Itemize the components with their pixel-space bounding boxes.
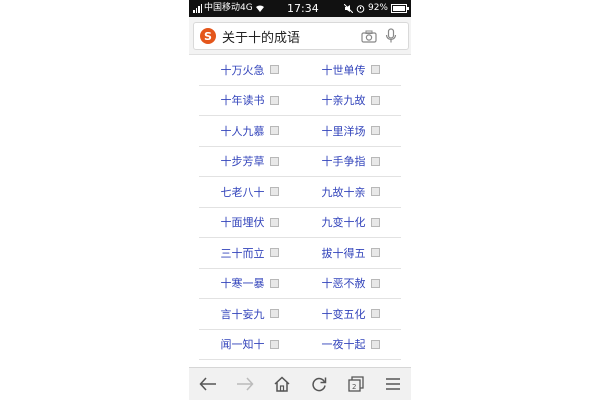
idiom-cell: 七老八十 <box>199 184 300 200</box>
idiom-cell: 十面埋伏 <box>199 214 300 230</box>
mute-icon <box>343 4 353 13</box>
svg-text:2: 2 <box>352 383 356 391</box>
home-icon[interactable] <box>269 371 295 397</box>
idiom-link[interactable]: 九变十化 <box>322 214 366 230</box>
back-arrow-icon[interactable] <box>195 371 221 397</box>
idiom-cell: 闻一知十 <box>199 336 300 352</box>
idiom-row: 七老八十 九故十亲 <box>199 177 401 208</box>
phone-screen: 中国移动4G 17:34 92% S 关于十的成语 十万火急 十世单传十年读书 十亲… <box>189 0 411 400</box>
checkbox-icon[interactable] <box>269 187 279 197</box>
search-bar: S 关于十的成语 <box>189 17 411 55</box>
idiom-link[interactable]: 十恶不赦 <box>322 275 366 291</box>
idiom-list: 十万火急 十世单传十年读书 十亲九故十人九慕 十里洋场十步芳草 十手争指七老八十 九故十亲… <box>199 55 401 368</box>
checkbox-icon[interactable] <box>370 156 380 166</box>
idiom-link[interactable]: 拔十得五 <box>322 245 366 261</box>
idiom-link[interactable]: 十步芳草 <box>221 153 265 169</box>
checkbox-icon[interactable] <box>370 217 380 227</box>
idiom-cell: 三十而立 <box>199 245 300 261</box>
idiom-cell: 拔十得五 <box>300 245 401 261</box>
idiom-row: 十年读书 十亲九故 <box>199 86 401 116</box>
idiom-link[interactable]: 十人九慕 <box>221 123 265 139</box>
idiom-cell: 十万火急 <box>199 62 300 78</box>
checkbox-icon[interactable] <box>370 309 380 319</box>
menu-icon[interactable] <box>380 371 406 397</box>
search-box[interactable]: S 关于十的成语 <box>193 22 409 50</box>
idiom-link[interactable]: 十万火急 <box>221 62 265 78</box>
idiom-link[interactable]: 十变五化 <box>322 306 366 322</box>
idiom-link[interactable]: 十年读书 <box>221 92 265 108</box>
idiom-cell: 十变五化 <box>300 306 401 322</box>
idiom-row: 闻一知十 一夜十起 <box>199 330 401 360</box>
checkbox-icon[interactable] <box>269 278 279 288</box>
idiom-link[interactable]: 十世单传 <box>322 62 366 78</box>
idiom-cell: 十手争指 <box>300 153 401 169</box>
idiom-link[interactable]: 十亲九故 <box>322 92 366 108</box>
checkbox-icon[interactable] <box>269 156 279 166</box>
idiom-row: 十步芳草 十手争指 <box>199 147 401 177</box>
idiom-link[interactable]: 十面埋伏 <box>221 214 265 230</box>
checkbox-icon[interactable] <box>370 95 380 105</box>
idiom-row: 三十而立 拔十得五 <box>199 238 401 269</box>
idiom-row: 十寒一暴 十恶不赦 <box>199 269 401 299</box>
idiom-link[interactable]: 闻一知十 <box>221 336 265 352</box>
checkbox-icon[interactable] <box>269 248 279 258</box>
idiom-link[interactable]: 三十而立 <box>221 245 265 261</box>
checkbox-icon[interactable] <box>269 95 279 105</box>
signal-icon <box>193 4 202 13</box>
idiom-row: 言十妄九 十变五化 <box>199 299 401 330</box>
microphone-icon[interactable] <box>380 25 402 47</box>
status-bar: 中国移动4G 17:34 92% <box>189 0 411 17</box>
tabs-icon[interactable]: 2 <box>343 371 369 397</box>
refresh-icon[interactable] <box>306 371 332 397</box>
bottom-toolbar: 2 <box>189 367 411 400</box>
idiom-link[interactable]: 十里洋场 <box>322 123 366 139</box>
idiom-row: 十万火急 十世单传 <box>199 55 401 86</box>
wifi-icon <box>255 5 264 12</box>
checkbox-icon[interactable] <box>370 187 380 197</box>
idiom-cell: 十里洋场 <box>300 123 401 139</box>
idiom-cell: 十年读书 <box>199 92 300 108</box>
idiom-cell: 十亲九故 <box>300 92 401 108</box>
status-time: 17:34 <box>287 2 319 15</box>
checkbox-icon[interactable] <box>269 126 279 136</box>
checkbox-icon[interactable] <box>269 339 279 349</box>
idiom-cell: 十人九慕 <box>199 123 300 139</box>
idiom-cell: 十步芳草 <box>199 153 300 169</box>
idiom-row: 十面埋伏 九变十化 <box>199 208 401 238</box>
checkbox-icon[interactable] <box>269 309 279 319</box>
status-left: 中国移动4G <box>193 0 265 17</box>
idiom-link[interactable]: 一夜十起 <box>322 336 366 352</box>
forward-arrow-icon[interactable] <box>232 371 258 397</box>
idiom-cell: 十寒一暴 <box>199 275 300 291</box>
idiom-cell: 一夜十起 <box>300 336 401 352</box>
search-query[interactable]: 关于十的成语 <box>222 27 358 46</box>
idiom-cell: 十世单传 <box>300 62 401 78</box>
camera-icon[interactable] <box>358 25 380 47</box>
idiom-cell: 九故十亲 <box>300 184 401 200</box>
idiom-cell: 十恶不赦 <box>300 275 401 291</box>
checkbox-icon[interactable] <box>269 65 279 75</box>
idiom-link[interactable]: 十寒一暴 <box>221 275 265 291</box>
idiom-link[interactable]: 言十妄九 <box>221 306 265 322</box>
idiom-link[interactable]: 十手争指 <box>322 153 366 169</box>
status-right: 92% <box>343 0 409 17</box>
checkbox-icon[interactable] <box>370 339 380 349</box>
checkbox-icon[interactable] <box>370 126 380 136</box>
alarm-icon <box>356 5 365 13</box>
checkbox-icon[interactable] <box>370 65 380 75</box>
idiom-link[interactable]: 九故十亲 <box>322 184 366 200</box>
idiom-cell: 九变十化 <box>300 214 401 230</box>
idiom-row: 十人九慕 十里洋场 <box>199 116 401 147</box>
idiom-link[interactable]: 七老八十 <box>221 184 265 200</box>
carrier-label: 中国移动4G <box>204 3 253 13</box>
battery-icon <box>391 4 409 13</box>
sogou-logo-icon: S <box>200 28 216 44</box>
checkbox-icon[interactable] <box>370 278 380 288</box>
idiom-cell: 言十妄九 <box>199 306 300 322</box>
battery-label: 92% <box>367 3 388 13</box>
checkbox-icon[interactable] <box>370 248 380 258</box>
checkbox-icon[interactable] <box>269 217 279 227</box>
